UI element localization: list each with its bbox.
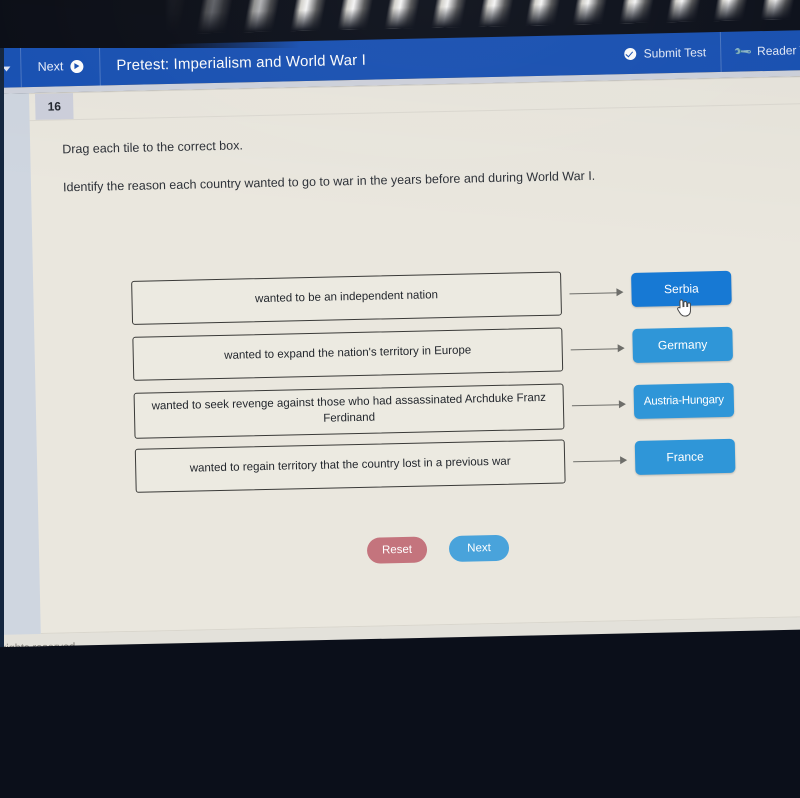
question-number-rule (29, 102, 800, 122)
next-button[interactable]: Next (448, 534, 510, 563)
screen-content: 6 Next Pretest: Imperialism and World Wa… (0, 29, 800, 664)
reader-tools-button[interactable]: 🔧 Reader To (721, 30, 800, 72)
drop-box[interactable]: wanted to expand the nation's territory … (132, 327, 564, 381)
draggable-tile-france[interactable]: France (634, 438, 736, 475)
submit-test-button[interactable]: Submit Test (610, 32, 720, 74)
reader-tools-label: Reader To (756, 43, 800, 59)
bezel-bottom (0, 628, 800, 798)
drag-instruction: Drag each tile to the correct box. (62, 138, 243, 157)
draggable-tile-germany[interactable]: Germany (632, 326, 734, 363)
bezel-left-edge (0, 36, 4, 676)
question-prompt: Identify the reason each country wanted … (62, 168, 596, 195)
photographed-screen: 6 Next Pretest: Imperialism and World Wa… (0, 0, 800, 798)
arrow-right-icon (570, 343, 627, 352)
circle-arrow-right-icon (70, 59, 84, 73)
question-number-badge: 16 (35, 93, 74, 120)
arrow-right-icon (571, 399, 628, 408)
page-title: Pretest: Imperialism and World War I (116, 51, 367, 74)
arrow-right-icon (573, 455, 629, 464)
arrow-right-icon (569, 287, 625, 296)
wrench-icon: 🔧 (732, 41, 753, 62)
hand-pointer-cursor (677, 299, 691, 317)
drop-box[interactable]: wanted to seek revenge against those who… (133, 383, 565, 439)
draggable-tile-austria-hungary[interactable]: Austria-Hungary (633, 382, 735, 419)
bezel-top-dark (0, 0, 300, 48)
toolbar-next-label: Next (37, 59, 64, 74)
drop-box[interactable]: wanted to be an independent nation (131, 271, 562, 325)
drop-box[interactable]: wanted to regain territory that the coun… (134, 439, 566, 493)
toolbar-right-group: Submit Test 🔧 Reader To (610, 30, 800, 75)
check-circle-icon (624, 47, 637, 61)
toolbar-next-button[interactable]: Next (21, 46, 100, 88)
action-buttons: Reset Next (39, 528, 800, 571)
question-card: 16 Drag each tile to the correct box. Id… (0, 75, 800, 664)
reset-button[interactable]: Reset (366, 536, 428, 564)
submit-test-label: Submit Test (643, 45, 707, 61)
matching-area: wanted to be an independent nation Serbi… (33, 266, 800, 507)
